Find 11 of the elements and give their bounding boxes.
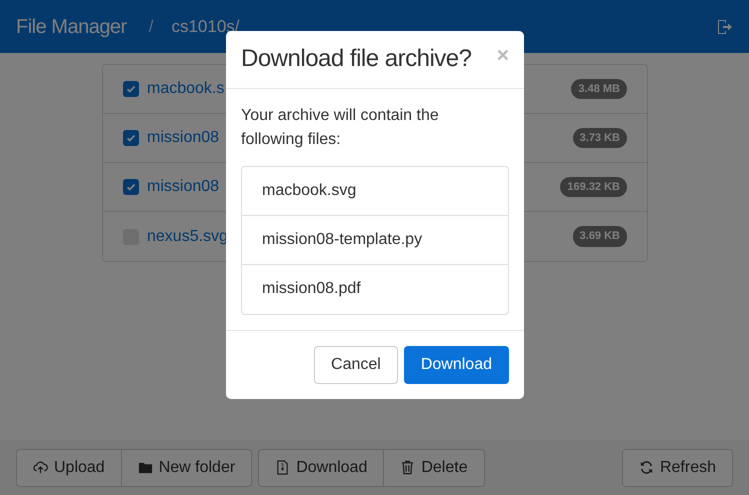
dialog-message: Your archive will contain the following files:	[241, 106, 440, 150]
file-size: 3.73 KB	[572, 128, 627, 148]
breadcrumb-separator: /	[148, 16, 154, 38]
file-name: mission08-template.py	[262, 230, 422, 250]
file-size: 3.69 KB	[572, 226, 627, 247]
file-name: macbook.svg	[262, 180, 356, 201]
file-name: mission08.pdf	[262, 279, 361, 300]
file-size: 169.32 KB	[560, 176, 627, 198]
dialog-title: Download file archive?	[241, 45, 472, 74]
app-title: File Manager	[16, 14, 127, 40]
file-size: 3.48 MB	[571, 78, 627, 100]
